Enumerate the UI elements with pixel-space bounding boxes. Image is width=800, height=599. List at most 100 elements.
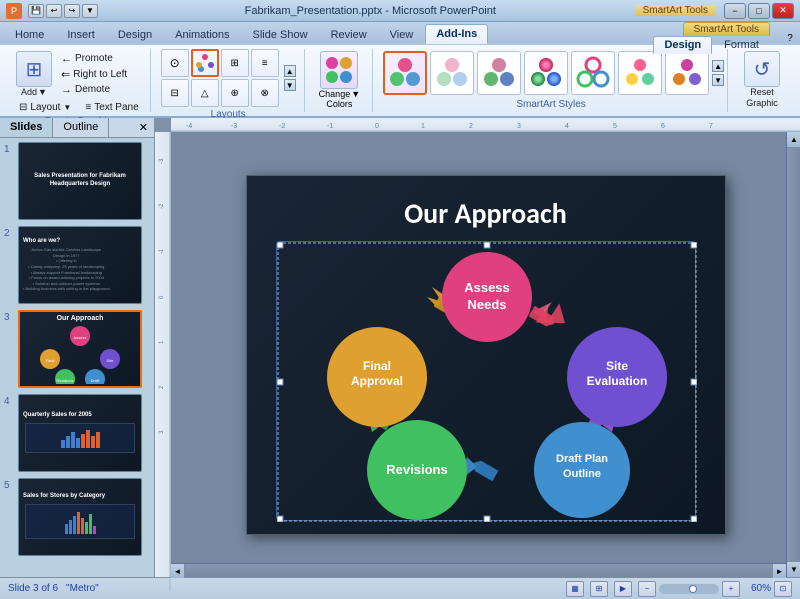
slideshow-btn[interactable]: ▶ <box>614 581 632 597</box>
style-item-6[interactable] <box>618 51 662 95</box>
layout-item-6[interactable]: △ <box>191 79 219 107</box>
svg-text:Evaluation: Evaluation <box>586 374 647 388</box>
smartart-diagram[interactable]: Assess Needs Site Evaluation Draft Plan … <box>276 241 696 521</box>
styles-scroll-up[interactable]: ▲ <box>712 60 724 72</box>
demote-button[interactable]: → Demote <box>58 83 130 97</box>
slide-thumb-1[interactable]: 1 Sales Presentation for Fabrikam Headqu… <box>4 142 150 220</box>
svg-text:4: 4 <box>565 123 569 130</box>
scroll-up-btn[interactable]: ▲ <box>787 132 800 148</box>
ribbon-content: ⊞ Add ▼ ← Promote ⇐ Right to <box>0 44 800 116</box>
svg-text:Final: Final <box>362 359 390 373</box>
svg-text:Assess: Assess <box>464 280 510 295</box>
change-colors-button[interactable]: Change ▼ Colors <box>315 49 364 111</box>
layout-item-1[interactable]: ⊙ <box>161 49 189 77</box>
redo-btn[interactable]: ↪ <box>64 4 80 18</box>
layout-item-3[interactable]: ⊞ <box>221 49 249 77</box>
minimize-button[interactable]: − <box>724 3 746 19</box>
promote-button[interactable]: ← Promote <box>58 52 130 66</box>
zoom-out-btn[interactable]: − <box>638 581 656 597</box>
undo-btn[interactable]: ↩ <box>46 4 62 18</box>
tab-slideshow[interactable]: Slide Show <box>242 25 319 44</box>
layout-item-2[interactable] <box>191 49 219 77</box>
layouts-scroll-down[interactable]: ▼ <box>284 79 296 91</box>
tab-smartart-format[interactable]: Format <box>713 36 770 54</box>
title-bar: P 💾 ↩ ↪ ▼ Fabrikam_Presentation.pptx - M… <box>0 0 800 22</box>
svg-text:-3: -3 <box>231 123 237 130</box>
zoom-controls: − + 60% ⊡ <box>638 581 792 597</box>
maximize-button[interactable]: □ <box>748 3 770 19</box>
svg-text:-2: -2 <box>159 203 165 209</box>
svg-text:Assess: Assess <box>74 335 87 340</box>
style-item-5[interactable] <box>571 51 615 95</box>
layouts-scroll-up[interactable]: ▲ <box>284 65 296 77</box>
add-shape-button[interactable]: ⊞ Add ▼ <box>14 49 54 99</box>
slide-thumb-3[interactable]: 3 Our Approach Assess S <box>4 310 150 388</box>
ruler-horizontal: -4 -3 -2 -1 0 1 2 3 4 5 6 7 <box>171 118 800 132</box>
tab-review[interactable]: Review <box>320 25 378 44</box>
slide-thumb-4[interactable]: 4 Quarterly Sales for 2005 <box>4 394 150 472</box>
svg-text:Approval: Approval <box>350 374 402 388</box>
svg-text:6: 6 <box>661 123 665 130</box>
tab-insert[interactable]: Insert <box>56 25 106 44</box>
normal-view-btn[interactable]: ▦ <box>566 581 584 597</box>
style-item-4[interactable] <box>524 51 568 95</box>
smartart-tools-tab-label: SmartArt Tools <box>683 22 770 36</box>
svg-text:Revisions: Revisions <box>56 378 73 383</box>
layout-item-5[interactable]: ⊟ <box>161 79 189 107</box>
slide-sorter-btn[interactable]: ⊞ <box>590 581 608 597</box>
reset-graphic-button[interactable]: ↺ Reset Graphic <box>738 49 786 111</box>
right-to-left-button[interactable]: ⇐ Right to Left <box>58 67 130 82</box>
slide-thumb-2[interactable]: 2 Who are we? Acriva Gas started Carolin… <box>4 226 150 304</box>
svg-text:Final: Final <box>46 358 55 363</box>
tab-view[interactable]: View <box>379 25 425 44</box>
svg-text:-4: -4 <box>186 123 192 130</box>
reset-label <box>738 113 786 115</box>
layout-item-8[interactable]: ⊗ <box>251 79 279 107</box>
tab-smartart-design[interactable]: Design <box>653 36 712 54</box>
style-item-2[interactable] <box>430 51 474 95</box>
change-colors-group: Change ▼ Colors <box>307 49 373 112</box>
save-btn[interactable]: 💾 <box>28 4 44 18</box>
scroll-right-btn[interactable]: ► <box>772 564 786 578</box>
canvas-with-ruler: -3 -2 -1 0 1 2 3 ▲ ▼ <box>155 132 800 577</box>
close-button[interactable]: ✕ <box>772 3 794 19</box>
create-graphic-group: ⊞ Add ▼ ← Promote ⇐ Right to <box>6 49 151 112</box>
style-item-3[interactable] <box>477 51 521 95</box>
slide-num-4: 4 <box>4 394 18 407</box>
ribbon-help-btn[interactable]: ? <box>780 33 800 44</box>
text-pane-button[interactable]: ≡ Text Pane <box>82 101 141 114</box>
style-item-7[interactable] <box>665 51 709 95</box>
zoom-slider[interactable] <box>659 584 719 594</box>
slides-panel-close[interactable]: ✕ <box>133 118 154 137</box>
layout-item-4[interactable]: ≡ <box>251 49 279 77</box>
tab-design[interactable]: Design <box>107 25 163 44</box>
status-left: Slide 3 of 6 "Metro" <box>8 583 566 594</box>
customize-btn[interactable]: ▼ <box>82 4 98 18</box>
canvas-area: -4 -3 -2 -1 0 1 2 3 4 5 6 7 <box>155 118 800 577</box>
tab-home[interactable]: Home <box>4 25 55 44</box>
slide-thumb-5[interactable]: 5 Sales for Stores by Category <box>4 478 150 556</box>
scroll-down-btn[interactable]: ▼ <box>787 561 800 577</box>
svg-text:5: 5 <box>613 123 617 130</box>
style-item-1[interactable] <box>383 51 427 95</box>
slide-canvas-area[interactable]: ▲ ▼ ◄ ► Our Approach <box>171 132 800 577</box>
outline-tab[interactable]: Outline <box>53 118 109 137</box>
tab-animations[interactable]: Animations <box>164 25 240 44</box>
svg-text:-1: -1 <box>159 248 165 254</box>
layout-item-7[interactable]: ⊕ <box>221 79 249 107</box>
svg-text:2: 2 <box>159 385 165 389</box>
smartart-styles-group: ▲ ▼ SmartArt Styles <box>375 49 728 112</box>
app-icon: P <box>6 3 22 19</box>
styles-scroll-down[interactable]: ▼ <box>712 74 724 86</box>
svg-text:-3: -3 <box>159 158 165 164</box>
slides-tab[interactable]: Slides <box>0 118 53 137</box>
svg-text:Outline: Outline <box>563 468 601 480</box>
tab-addins[interactable]: Add-Ins <box>425 24 488 44</box>
fit-window-btn[interactable]: ⊡ <box>774 581 792 597</box>
zoom-in-btn[interactable]: + <box>722 581 740 597</box>
layout-button[interactable]: ⊟ Layout ▼ <box>16 101 74 114</box>
window-title: Fabrikam_Presentation.pptx - Microsoft P… <box>106 5 635 17</box>
window-controls: − □ ✕ <box>724 3 794 19</box>
scroll-left-btn[interactable]: ◄ <box>171 564 185 578</box>
slide-preview-2: Who are we? Acriva Gas started Carolina … <box>18 226 142 304</box>
